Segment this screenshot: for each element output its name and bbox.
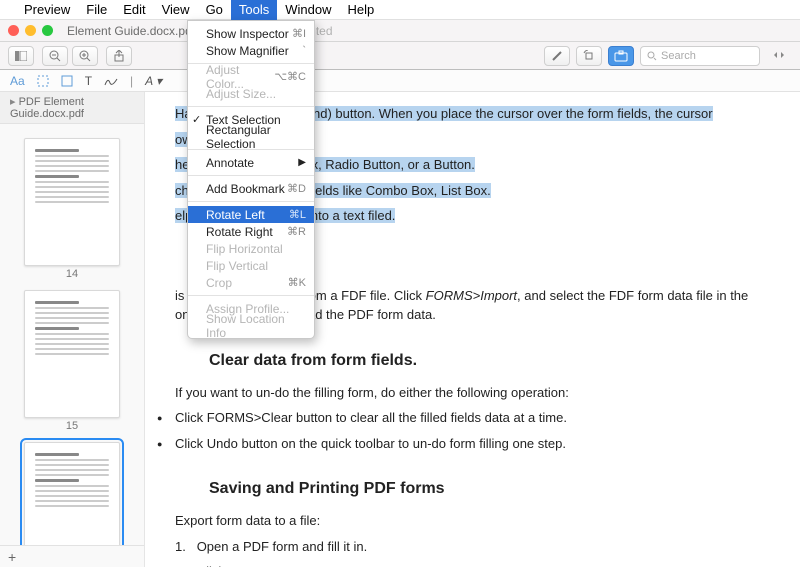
share-icon xyxy=(113,50,125,62)
menu-item-rotate-right[interactable]: Rotate Right⌘R xyxy=(188,223,314,240)
window-titlebar: Element Guide.docx.pdf (page 14 of 27) —… xyxy=(0,20,800,42)
view-mode-button[interactable] xyxy=(8,46,34,66)
minimize-icon[interactable] xyxy=(25,25,36,36)
menu-item-flip-vertical: Flip Vertical xyxy=(188,257,314,274)
zoom-in-button[interactable] xyxy=(72,46,98,66)
rotate-button[interactable] xyxy=(576,46,602,66)
menu-item-rectangular-selection[interactable]: Rectangular Selection xyxy=(188,128,314,145)
menu-go[interactable]: Go xyxy=(198,0,231,20)
sign-tool-icon[interactable] xyxy=(104,75,118,87)
page-thumbnail[interactable] xyxy=(24,290,120,418)
menu-item-show-magnifier[interactable]: Show Magnifier` xyxy=(188,42,314,59)
zoom-out-button[interactable] xyxy=(42,46,68,66)
sidebar-file-tab[interactable]: PDF Element Guide.docx.pdf xyxy=(0,92,144,124)
annotation-style[interactable]: A ▾ xyxy=(145,74,162,88)
text-tool[interactable]: T xyxy=(85,74,92,88)
share-button[interactable] xyxy=(106,46,132,66)
menu-window[interactable]: Window xyxy=(277,0,339,20)
markup-button[interactable] xyxy=(608,46,634,66)
pencil-icon xyxy=(551,50,563,62)
menu-item-show-location-info: Show Location Info xyxy=(188,317,314,334)
menu-item-flip-horizontal: Flip Horizontal xyxy=(188,240,314,257)
thumbnail-page-number: 15 xyxy=(0,420,144,432)
rotate-icon xyxy=(583,50,595,62)
toolbar: Search xyxy=(0,42,800,70)
menu-item-adjust-color-: Adjust Color...⌥⌘C xyxy=(188,68,314,85)
expand-icon xyxy=(773,50,785,62)
add-page-button[interactable]: + xyxy=(0,545,144,567)
zoom-in-icon xyxy=(79,50,91,62)
page-thumbnail[interactable] xyxy=(24,442,120,545)
menu-tools[interactable]: Tools xyxy=(231,0,277,20)
menu-file[interactable]: File xyxy=(78,0,115,20)
select-tool-icon[interactable] xyxy=(37,75,49,87)
text-style-aa[interactable]: Aa xyxy=(10,74,25,88)
zoom-icon[interactable] xyxy=(42,25,53,36)
menu-item-show-inspector[interactable]: Show Inspector⌘I xyxy=(188,25,314,42)
menu-item-adjust-size-: Adjust Size... xyxy=(188,85,314,102)
menu-edit[interactable]: Edit xyxy=(115,0,153,20)
search-icon xyxy=(647,51,657,61)
shape-tool-icon[interactable] xyxy=(61,75,73,87)
pencil-button[interactable] xyxy=(544,46,570,66)
menu-preview[interactable]: Preview xyxy=(16,0,78,20)
expand-button[interactable] xyxy=(766,46,792,66)
markup-toolbar: Aa T | A ▾ xyxy=(0,70,800,92)
heading-clear-data: Clear data from form fields. xyxy=(209,349,770,373)
toolbox-icon xyxy=(614,50,628,62)
close-icon[interactable] xyxy=(8,25,19,36)
search-input[interactable]: Search xyxy=(640,46,760,66)
thumbnail-page-number: 14 xyxy=(0,268,144,280)
menu-view[interactable]: View xyxy=(154,0,198,20)
menu-item-rotate-left[interactable]: Rotate Left⌘L xyxy=(188,206,314,223)
zoom-out-icon xyxy=(49,50,61,62)
thumbnail-sidebar: PDF Element Guide.docx.pdf 141516 + xyxy=(0,92,145,567)
page-thumbnail[interactable] xyxy=(24,138,120,266)
menu-item-crop: Crop⌘K xyxy=(188,274,314,291)
menu-help[interactable]: Help xyxy=(340,0,383,20)
heading-saving-printing: Saving and Printing PDF forms xyxy=(209,477,770,501)
sidebar-icon xyxy=(15,51,27,61)
tools-menu-dropdown: Show Inspector⌘IShow Magnifier` Adjust Co… xyxy=(187,20,315,339)
menu-item-annotate[interactable]: Annotate▶ xyxy=(188,154,314,171)
menu-item-add-bookmark[interactable]: Add Bookmark⌘D xyxy=(188,180,314,197)
traffic-lights xyxy=(8,25,53,36)
menubar: Preview File Edit View Go Tools Window H… xyxy=(0,0,800,20)
